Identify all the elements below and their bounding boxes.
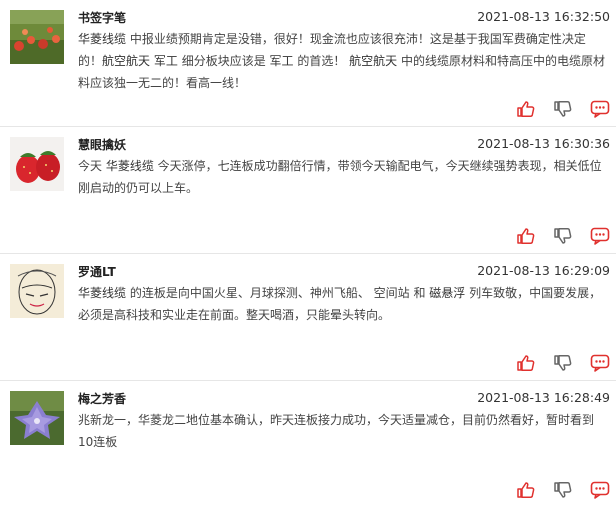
post-actions	[516, 479, 610, 501]
author-name[interactable]: 罗通LT	[78, 263, 116, 280]
post-timestamp: 2021-08-13 16:28:49	[477, 390, 610, 405]
stock-tag-link[interactable]: 航空航天	[349, 54, 397, 68]
dislike-button[interactable]	[553, 480, 573, 500]
post-text-segment: 细分板块应该是	[177, 54, 270, 68]
comment-post: 慧眼擒妖 2021-08-13 16:30:36 今天 华菱线缆 今天涨停，七连板成…	[0, 127, 616, 254]
like-button[interactable]	[516, 226, 536, 246]
comment-button[interactable]	[590, 480, 610, 500]
thumbs-down-icon	[553, 226, 573, 246]
post-timestamp: 2021-08-13 16:29:09	[477, 263, 610, 278]
comment-post: 罗通LT 2021-08-13 16:29:09 华菱线缆 的连板是向中国火星、月球…	[0, 254, 616, 381]
thumbs-down-icon	[553, 99, 573, 119]
author-name[interactable]: 慧眼擒妖	[78, 136, 126, 153]
thumbs-up-icon	[516, 480, 536, 500]
post-actions	[516, 352, 610, 374]
dislike-button[interactable]	[553, 99, 573, 119]
post-actions	[516, 98, 610, 120]
author-name[interactable]: 书签字笔	[78, 9, 126, 26]
post-text: 华菱线缆 的连板是向中国火星、月球探测、神州飞船、 空间站 和 磁悬浮 列车致敬…	[78, 282, 608, 326]
thumbs-up-icon	[516, 353, 536, 373]
comment-post: 书签字笔 2021-08-13 16:32:50 华菱线缆 中报业绩预期肯定是没错，…	[0, 0, 616, 127]
like-button[interactable]	[516, 99, 536, 119]
post-text-segment: 今天	[78, 159, 106, 173]
stock-tag-link[interactable]: 军工	[270, 54, 294, 68]
post-text-segment: 兆新龙一，华菱龙二地位基本确认，昨天连板接力成功，今天适量减仓，目前仍然看好，暂…	[78, 413, 595, 449]
avatar[interactable]	[10, 391, 64, 445]
dislike-button[interactable]	[553, 226, 573, 246]
post-text-segment: 今天涨停，七连板成功翻倍行情，带领今天输配电气，今天继续强势表现，相关低位刚启动…	[78, 159, 602, 195]
post-timestamp: 2021-08-13 16:32:50	[477, 9, 610, 24]
comment-icon	[590, 226, 610, 246]
comment-feed: 书签字笔 2021-08-13 16:32:50 华菱线缆 中报业绩预期肯定是没错，…	[0, 0, 616, 508]
post-actions	[516, 225, 610, 247]
post-text: 兆新龙一，华菱龙二地位基本确认，昨天连板接力成功，今天适量减仓，目前仍然看好，暂…	[78, 409, 608, 453]
avatar[interactable]	[10, 137, 64, 191]
author-name[interactable]: 梅之芳香	[78, 390, 126, 407]
stock-tag-link[interactable]: 华菱线缆	[106, 159, 154, 173]
like-button[interactable]	[516, 353, 536, 373]
like-button[interactable]	[516, 480, 536, 500]
post-text-segment: 的首选！	[293, 54, 350, 68]
post-text: 今天 华菱线缆 今天涨停，七连板成功翻倍行情，带领今天输配电气，今天继续强势表现…	[78, 155, 608, 199]
comment-icon	[590, 99, 610, 119]
comment-icon	[590, 480, 610, 500]
thumbs-up-icon	[516, 99, 536, 119]
avatar[interactable]	[10, 264, 64, 318]
stock-tag-link[interactable]: 磁悬浮	[429, 286, 465, 300]
comment-icon	[590, 353, 610, 373]
thumbs-down-icon	[553, 353, 573, 373]
comment-button[interactable]	[590, 99, 610, 119]
comment-post: 梅之芳香 2021-08-13 16:28:49 兆新龙一，华菱龙二地位基本确认，昨…	[0, 381, 616, 508]
stock-tag-link[interactable]: 华菱线缆	[78, 32, 126, 46]
post-timestamp: 2021-08-13 16:30:36	[477, 136, 610, 151]
stock-tag-link[interactable]: 华菱线缆	[78, 286, 126, 300]
stock-tag-link[interactable]: 军工	[154, 54, 178, 68]
thumbs-up-icon	[516, 226, 536, 246]
post-text: 华菱线缆 中报业绩预期肯定是没错，很好！现金流也应该很充沛！这是基于我国军费确定…	[78, 28, 608, 94]
stock-tag-link[interactable]: 航空航天	[102, 54, 150, 68]
comment-button[interactable]	[590, 353, 610, 373]
thumbs-down-icon	[553, 480, 573, 500]
post-text-segment: 的连板是向中国火星、月球探测、神州飞船、 空间站 和	[126, 286, 430, 300]
avatar[interactable]	[10, 10, 64, 64]
dislike-button[interactable]	[553, 353, 573, 373]
comment-button[interactable]	[590, 226, 610, 246]
